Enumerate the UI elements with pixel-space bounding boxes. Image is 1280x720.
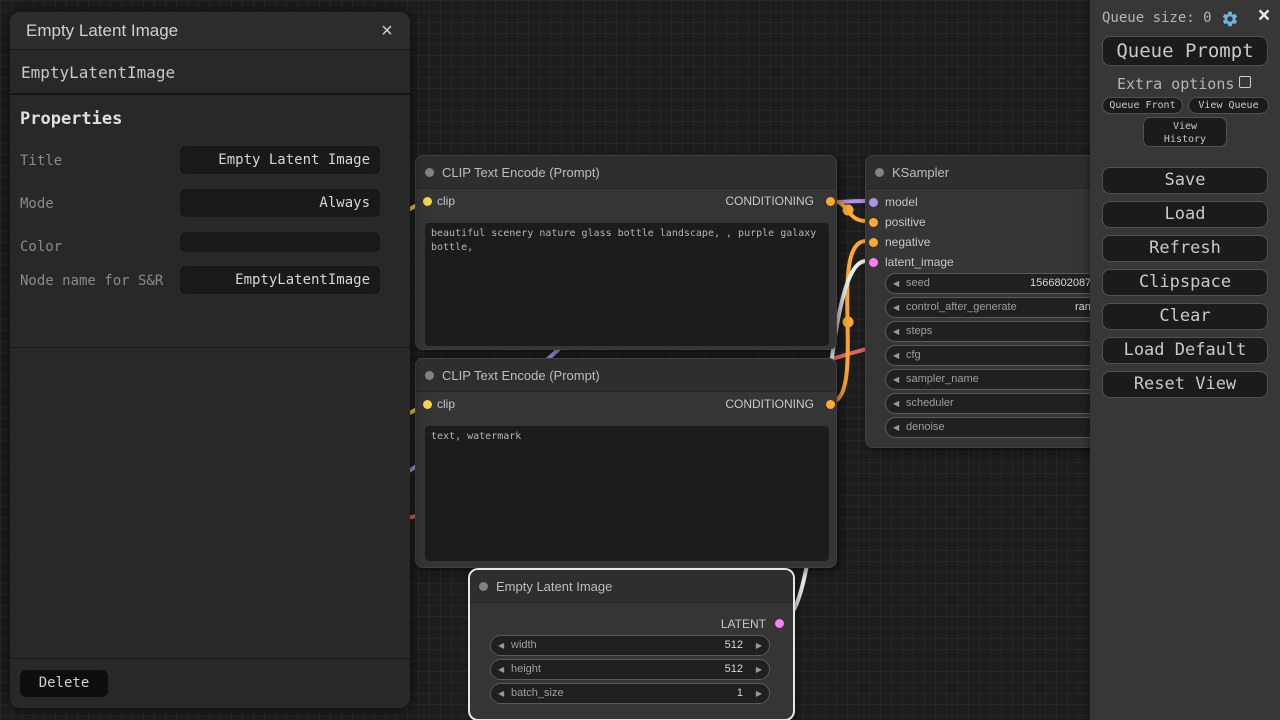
clear-button[interactable]: Clear: [1102, 303, 1268, 330]
node-title: CLIP Text Encode (Prompt): [442, 156, 600, 189]
height-widget[interactable]: ◀ height 512 ▶: [490, 659, 770, 680]
model-input-port[interactable]: [869, 198, 878, 207]
queue-front-button[interactable]: Queue Front: [1102, 97, 1183, 114]
section-divider: [10, 347, 410, 348]
decrement-arrow-icon[interactable]: ◀: [893, 394, 899, 413]
extra-options-label: Extra options: [1117, 75, 1234, 93]
latent-output-label: LATENT: [721, 617, 766, 631]
save-button[interactable]: Save: [1102, 167, 1268, 194]
increment-arrow-icon[interactable]: ▶: [756, 684, 762, 703]
positive-input-label: positive: [885, 215, 926, 229]
negative-input-port[interactable]: [869, 238, 878, 247]
delete-button[interactable]: Delete: [20, 670, 108, 697]
mode-field-input[interactable]: Always: [180, 189, 380, 217]
node-title: Empty Latent Image: [496, 570, 612, 603]
width-widget[interactable]: ◀ width 512 ▶: [490, 635, 770, 656]
clip-input-port[interactable]: [423, 400, 432, 409]
increment-arrow-icon[interactable]: ▶: [756, 660, 762, 679]
footer-divider: [10, 658, 410, 659]
clipspace-button[interactable]: Clipspace: [1102, 269, 1268, 296]
close-menu-icon[interactable]: ×: [1252, 4, 1276, 28]
decrement-arrow-icon[interactable]: ◀: [893, 322, 899, 341]
reset-view-button[interactable]: Reset View: [1102, 371, 1268, 398]
clip-input-label: clip: [437, 397, 455, 411]
model-input-label: model: [885, 195, 918, 209]
collapse-dot-icon[interactable]: [425, 371, 434, 380]
decrement-arrow-icon[interactable]: ◀: [893, 346, 899, 365]
load-default-button[interactable]: Load Default: [1102, 337, 1268, 364]
node-name-field-label: Node name for S&R: [20, 271, 175, 291]
increment-arrow-icon[interactable]: ▶: [756, 636, 762, 655]
conditioning-output-port[interactable]: [826, 197, 835, 206]
conditioning-output-label: CONDITIONING: [725, 397, 814, 411]
decrement-arrow-icon[interactable]: ◀: [893, 298, 899, 317]
dialog-title: Empty Latent Image: [26, 12, 178, 50]
mode-field-label: Mode: [20, 194, 175, 214]
negative-input-label: negative: [885, 235, 930, 249]
refresh-button[interactable]: Refresh: [1102, 235, 1268, 262]
color-field-label: Color: [20, 237, 175, 257]
view-history-button[interactable]: View History: [1143, 117, 1227, 147]
node-type-field[interactable]: EmptyLatentImage: [10, 50, 410, 95]
dialog-title-bar: Empty Latent Image: [10, 12, 410, 50]
conditioning-output-label: CONDITIONING: [725, 194, 814, 208]
node-title-bar[interactable]: Empty Latent Image: [470, 570, 793, 603]
node-properties-dialog: Empty Latent Image × EmptyLatentImage Pr…: [10, 12, 410, 708]
view-queue-button[interactable]: View Queue: [1188, 97, 1269, 114]
node-clip-text-encode-negative[interactable]: CLIP Text Encode (Prompt) clip CONDITION…: [415, 358, 837, 568]
positive-input-port[interactable]: [869, 218, 878, 227]
latent-image-input-label: latent_image: [885, 255, 954, 269]
node-empty-latent-image[interactable]: Empty Latent Image LATENT ◀ width 512 ▶ …: [470, 570, 793, 719]
latent-output-port[interactable]: [775, 619, 784, 628]
batch-size-widget[interactable]: ◀ batch_size 1 ▶: [490, 683, 770, 704]
decrement-arrow-icon[interactable]: ◀: [893, 370, 899, 389]
conditioning-output-port[interactable]: [826, 400, 835, 409]
node-clip-text-encode-positive[interactable]: CLIP Text Encode (Prompt) clip CONDITION…: [415, 155, 837, 350]
queue-size-text: Queue size: 0: [1102, 10, 1212, 26]
title-field-input[interactable]: Empty Latent Image: [180, 146, 380, 174]
clip-input-port[interactable]: [423, 197, 432, 206]
node-title-bar[interactable]: CLIP Text Encode (Prompt): [416, 156, 836, 189]
node-title: CLIP Text Encode (Prompt): [442, 359, 600, 392]
close-icon[interactable]: ×: [374, 18, 400, 44]
node-title: KSampler: [892, 156, 949, 189]
decrement-arrow-icon[interactable]: ◀: [893, 274, 899, 293]
prompt-textarea[interactable]: text, watermark: [425, 426, 829, 561]
clip-input-label: clip: [437, 194, 455, 208]
properties-heading: Properties: [20, 109, 122, 129]
comfy-menu-panel: Queue size: 0 × Queue Prompt Extra optio…: [1090, 0, 1280, 720]
decrement-arrow-icon[interactable]: ◀: [498, 684, 504, 703]
extra-options-checkbox[interactable]: [1239, 76, 1251, 88]
queue-prompt-button[interactable]: Queue Prompt: [1102, 36, 1268, 66]
title-field-label: Title: [20, 151, 175, 171]
color-field-input[interactable]: [180, 232, 380, 252]
decrement-arrow-icon[interactable]: ◀: [498, 660, 504, 679]
collapse-dot-icon[interactable]: [479, 582, 488, 591]
prompt-textarea[interactable]: beautiful scenery nature glass bottle la…: [425, 223, 829, 346]
load-button[interactable]: Load: [1102, 201, 1268, 228]
collapse-dot-icon[interactable]: [875, 168, 884, 177]
decrement-arrow-icon[interactable]: ◀: [498, 636, 504, 655]
settings-gear-icon[interactable]: [1221, 10, 1239, 28]
collapse-dot-icon[interactable]: [425, 168, 434, 177]
node-name-field-input[interactable]: EmptyLatentImage: [180, 266, 380, 294]
node-title-bar[interactable]: CLIP Text Encode (Prompt): [416, 359, 836, 392]
decrement-arrow-icon[interactable]: ◀: [893, 418, 899, 437]
latent-image-input-port[interactable]: [869, 258, 878, 267]
